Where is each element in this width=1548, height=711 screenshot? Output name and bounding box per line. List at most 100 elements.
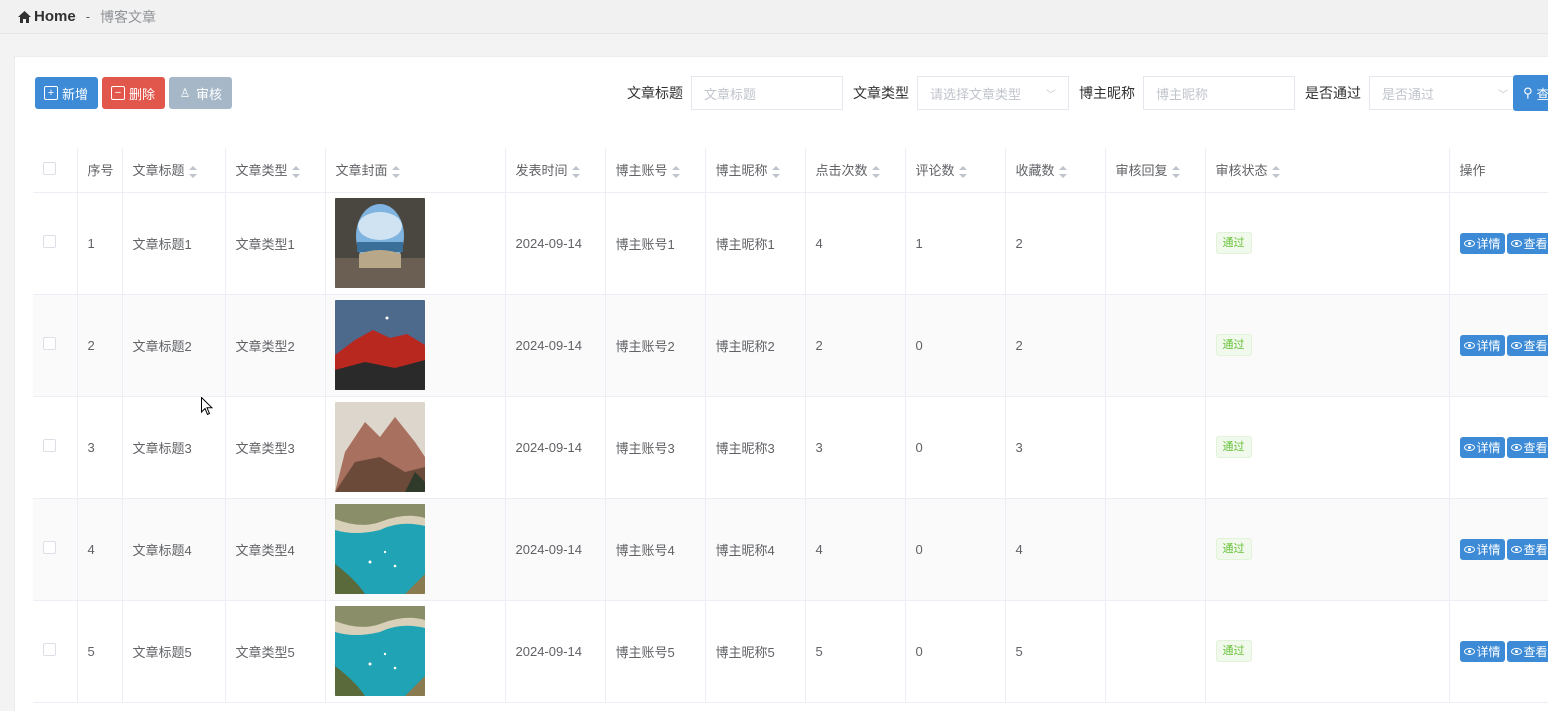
add-button[interactable]: + 新增 [35,77,98,109]
cell-favorites: 5 [1005,600,1106,703]
cell-type: 文章类型3 [225,396,326,499]
view-comments-button[interactable]: 查看评论 [1506,640,1548,662]
title-input[interactable]: 文章标题 [691,76,843,110]
type-select[interactable]: 请选择文章类型 ﹀ [917,76,1069,110]
passed-select[interactable]: 是否通过 ﹀ [1369,76,1521,110]
status-badge: 通过 [1215,538,1252,560]
cell-reply [1105,294,1206,397]
cell-actions: 详情查看评论✕移除 [1449,192,1548,295]
view-comments-button[interactable]: 查看评论 [1506,232,1548,254]
cell-cover [325,294,506,397]
articles-table: 序号 文章标题 文章类型 文章封面 发表时间 博主账号 博主昵称 点击次数 评论… [33,148,1548,703]
view-comments-button[interactable]: 查看评论 [1506,538,1548,560]
type-label: 文章类型 [853,85,909,101]
column-header: 序号 [77,148,123,193]
cell-actions: 详情查看评论✕移除 [1449,600,1548,703]
sort-icon[interactable] [771,165,780,178]
search-icon: ⚲ [1523,85,1533,100]
cell-reply [1105,192,1206,295]
cell-title: 文章标题2 [122,294,226,397]
cover-image[interactable] [334,300,505,390]
column-header[interactable]: 文章封面 [325,148,506,193]
eye-icon [1510,341,1522,349]
sort-icon[interactable] [1271,165,1280,178]
cell-cover [325,192,506,295]
select-all-checkbox[interactable] [33,148,78,193]
detail-button[interactable]: 详情 [1459,334,1505,356]
column-header[interactable]: 审核状态 [1205,148,1450,193]
column-header[interactable]: 评论数 [905,148,1006,193]
row-checkbox[interactable] [33,600,78,703]
sort-icon[interactable] [958,165,967,178]
cell-comments: 0 [905,600,1006,703]
sort-icon[interactable] [291,165,300,178]
column-header[interactable]: 博主昵称 [705,148,806,193]
sort-icon[interactable] [188,165,197,178]
cell-comments: 0 [905,498,1006,601]
sort-icon[interactable] [871,165,880,178]
cell-status: 通过 [1205,396,1450,499]
column-header[interactable]: 发表时间 [505,148,606,193]
audit-button[interactable]: ♙ 审核 [169,77,232,109]
sort-icon[interactable] [391,165,400,178]
eye-icon [1463,443,1475,451]
cell-no: 2 [77,294,123,397]
column-header[interactable]: 收藏数 [1005,148,1106,193]
cover-image[interactable] [334,198,505,288]
status-badge: 通过 [1215,232,1252,254]
table-row: 4 文章标题4 文章类型4 2024-09-14 博主账号4 博主昵称4 4 0 4 通过 详情 查看… [33,498,1548,601]
chevron-down-icon: ﹀ [1498,89,1508,101]
cell-status: 通过 [1205,294,1450,397]
cell-account: 博主账号2 [605,294,706,397]
row-checkbox[interactable] [33,294,78,397]
cell-actions: 详情查看评论✕移除 [1449,396,1548,499]
breadcrumb-home[interactable]: Home [34,8,76,25]
status-badge: 通过 [1215,640,1252,662]
detail-button[interactable]: 详情 [1459,640,1505,662]
sort-icon[interactable] [1171,165,1180,178]
cell-reply [1105,396,1206,499]
cell-cover [325,498,506,601]
column-header: 操作 [1449,148,1548,193]
cell-clicks: 4 [805,192,906,295]
row-checkbox[interactable] [33,396,78,499]
sort-icon[interactable] [1058,165,1067,178]
cell-date: 2024-09-14 [505,192,606,295]
cell-account: 博主账号1 [605,192,706,295]
cell-nickname: 博主昵称3 [705,396,806,499]
detail-button[interactable]: 详情 [1459,232,1505,254]
sort-icon[interactable] [571,165,580,178]
cover-image[interactable] [334,402,505,492]
view-comments-button[interactable]: 查看评论 [1506,334,1548,356]
cell-reply [1105,600,1206,703]
eye-icon [1510,239,1522,247]
cell-title: 文章标题4 [122,498,226,601]
cell-date: 2024-09-14 [505,600,606,703]
cell-type: 文章类型1 [225,192,326,295]
nickname-label: 博主昵称 [1079,85,1135,101]
column-header[interactable]: 审核回复 [1105,148,1206,193]
row-checkbox[interactable] [33,192,78,295]
detail-button[interactable]: 详情 [1459,538,1505,560]
column-header[interactable]: 文章标题 [122,148,226,193]
search-button[interactable]: ⚲ 查 [1513,75,1548,111]
detail-button[interactable]: 详情 [1459,436,1505,458]
status-badge: 通过 [1215,334,1252,356]
column-header[interactable]: 文章类型 [225,148,326,193]
delete-button[interactable]: − 删除 [102,77,165,109]
eye-icon [1510,647,1522,655]
cell-favorites: 4 [1005,498,1106,601]
view-comments-button[interactable]: 查看评论 [1506,436,1548,458]
nickname-input[interactable]: 博主昵称 [1143,76,1295,110]
table-row: 2 文章标题2 文章类型2 2024-09-14 博主账号2 博主昵称2 2 0 2 通过 详情 查看… [33,294,1548,397]
cover-image[interactable] [334,504,505,594]
column-header[interactable]: 博主账号 [605,148,706,193]
row-checkbox[interactable] [33,498,78,601]
cover-image[interactable] [334,606,505,696]
cell-nickname: 博主昵称1 [705,192,806,295]
cell-no: 4 [77,498,123,601]
home-icon [18,10,31,23]
cell-comments: 0 [905,294,1006,397]
sort-icon[interactable] [671,165,680,178]
column-header[interactable]: 点击次数 [805,148,906,193]
